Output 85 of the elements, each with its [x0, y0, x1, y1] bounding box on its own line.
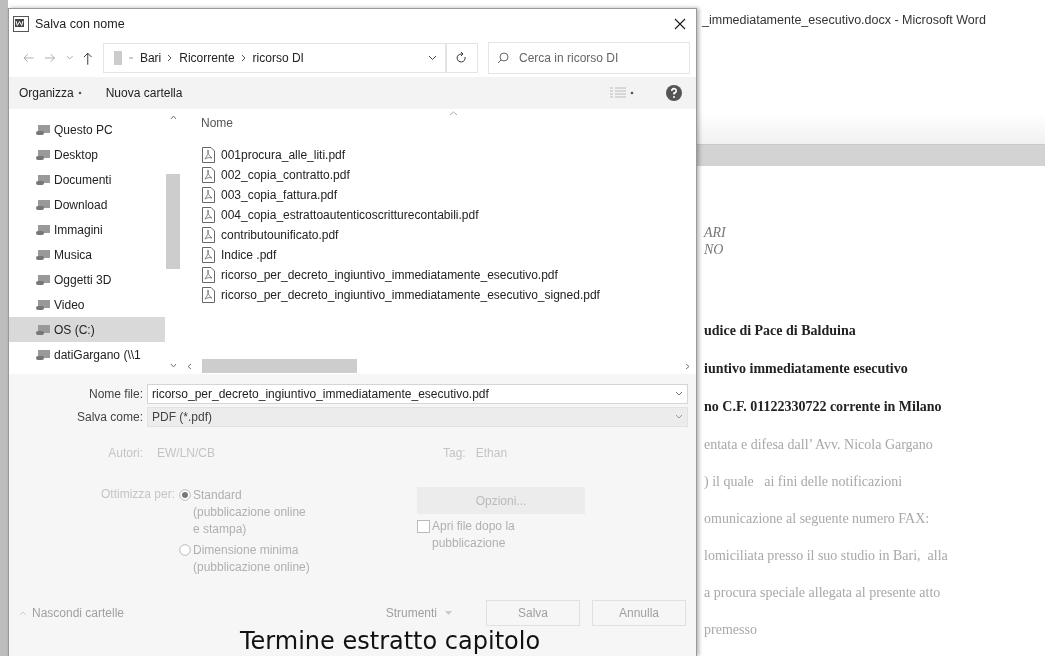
- pdf-file-icon: [202, 287, 215, 303]
- location-icon: [35, 223, 51, 236]
- radio-icon: [179, 489, 191, 501]
- document-text: no C.F. 01122330722 corrente in Milano: [704, 398, 943, 416]
- pdf-file-icon: [202, 247, 215, 263]
- document-text: ARI: [704, 224, 727, 241]
- document-text: entata e difesa dall’ Avv. Nicola Gargano: [704, 436, 934, 454]
- location-icon: [35, 248, 51, 261]
- document-text: lomiciliata presso il suo studio in Bari, alla: [704, 547, 949, 565]
- document-text: omunicazione al seguente numero FAX:: [704, 510, 931, 528]
- file-item[interactable]: 002_copia_contratto.pdf: [181, 165, 696, 185]
- file-item[interactable]: 003_copia_fattura.pdf: [181, 185, 696, 205]
- location-icon: [35, 348, 51, 361]
- organize-menu[interactable]: Organizza: [19, 84, 74, 102]
- word-icon: [13, 16, 29, 32]
- dropdown-caret-icon: [675, 391, 683, 396]
- pdf-file-icon: [202, 167, 215, 183]
- close-icon[interactable]: [674, 18, 686, 30]
- pdf-file-icon: [202, 227, 215, 243]
- sidebar-item[interactable]: Questo PC: [9, 117, 165, 142]
- location-icon: [35, 148, 51, 161]
- sidebar-item[interactable]: Oggetti 3D: [9, 267, 165, 292]
- file-type-dropdown[interactable]: PDF (*.pdf): [147, 406, 688, 427]
- document-text: udice di Pace di Balduina: [704, 322, 857, 340]
- pdf-file-icon: [202, 267, 215, 283]
- file-item[interactable]: 001procura_alle_liti.pdf: [181, 145, 696, 165]
- breadcrumb[interactable]: Ricorrente: [179, 51, 235, 65]
- sidebar-item[interactable]: Download: [9, 192, 165, 217]
- location-icon: [35, 123, 51, 136]
- location-icon: [35, 298, 51, 311]
- dropdown-caret-icon: [675, 414, 683, 419]
- dialog-title: Salva con nome: [35, 17, 125, 31]
- location-icon: [35, 173, 51, 186]
- search-input[interactable]: Cerca in ricorso DI: [517, 50, 681, 66]
- document-text: NO: [704, 241, 725, 258]
- scroll-up-icon[interactable]: [169, 115, 177, 120]
- file-item[interactable]: ricorso_per_decreto_ingiuntivo_immediatamente_esecutivo_signed.pdf: [181, 285, 696, 305]
- dropdown-caret-icon[interactable]: [427, 55, 437, 61]
- pdf-file-icon: [202, 187, 215, 203]
- help-icon[interactable]: [666, 85, 682, 101]
- pdf-file-icon: [202, 147, 215, 163]
- location-icon: [35, 273, 51, 286]
- checkbox-icon: [417, 520, 430, 533]
- refresh-button[interactable]: [445, 43, 478, 73]
- folder-icon: [113, 51, 122, 65]
- refresh-icon: [456, 52, 468, 64]
- document-text: iuntivo immediatamente esecutivo: [704, 360, 909, 378]
- address-bar[interactable]: Bari Ricorrente ricorso DI: [102, 43, 446, 73]
- file-name-field[interactable]: ricorso_per_decreto_ingiuntivo_immediatamente_esecutivo.pdf: [147, 383, 688, 404]
- location-icon: [35, 198, 51, 211]
- breadcrumb[interactable]: Bari: [139, 51, 162, 65]
- document-text: premesso: [704, 621, 758, 639]
- scrollbar-thumb[interactable]: [202, 359, 357, 373]
- sidebar-item[interactable]: Video: [9, 292, 165, 317]
- scrollbar-thumb[interactable]: [166, 174, 180, 269]
- back-arrow-icon[interactable]: [23, 53, 35, 63]
- document-text: ) il quale ai fini delle notificazioni: [704, 473, 904, 491]
- sidebar-item[interactable]: OS (C:): [9, 317, 165, 342]
- scroll-down-icon[interactable]: [169, 363, 177, 368]
- scroll-left-icon[interactable]: [187, 362, 192, 370]
- radio-icon: [179, 544, 191, 556]
- sidebar-item[interactable]: Desktop: [9, 142, 165, 167]
- field-label: Salva come:: [75, 409, 144, 424]
- scroll-right-icon[interactable]: [685, 362, 690, 370]
- file-item[interactable]: Indice .pdf: [181, 245, 696, 265]
- search-field[interactable]: Cerca in ricorso DI: [488, 42, 690, 74]
- new-folder-button[interactable]: Nuova cartella: [105, 84, 183, 102]
- window-title: _immediatamente_esecutivo.docx - Microsoft Word: [702, 13, 986, 27]
- location-icon: [35, 323, 51, 336]
- caption-text: Termine estratto capitolo: [240, 627, 541, 655]
- pdf-file-icon: [202, 207, 215, 223]
- sort-caret-icon: [449, 111, 458, 116]
- column-header[interactable]: Nome: [201, 116, 233, 130]
- sidebar-item[interactable]: datiGargano (\\1: [9, 342, 165, 367]
- document-text: a procura speciale allegata al presente atto: [704, 584, 942, 602]
- file-item[interactable]: ricorso_per_decreto_ingiuntivo_immediatamente_esecutivo.pdf: [181, 265, 696, 285]
- search-icon: [497, 52, 509, 64]
- field-label: Nome file:: [87, 386, 144, 401]
- sidebar-item[interactable]: Documenti: [9, 167, 165, 192]
- file-item[interactable]: contributounificato.pdf: [181, 225, 696, 245]
- file-item[interactable]: 004_copia_estrattoautenticoscritturecontabili.pdf: [181, 205, 696, 225]
- sidebar-item[interactable]: Immagini: [9, 217, 165, 242]
- up-arrow-icon[interactable]: [83, 51, 93, 65]
- breadcrumb[interactable]: ricorso DI: [252, 51, 304, 65]
- sidebar-item[interactable]: Musica: [9, 242, 165, 267]
